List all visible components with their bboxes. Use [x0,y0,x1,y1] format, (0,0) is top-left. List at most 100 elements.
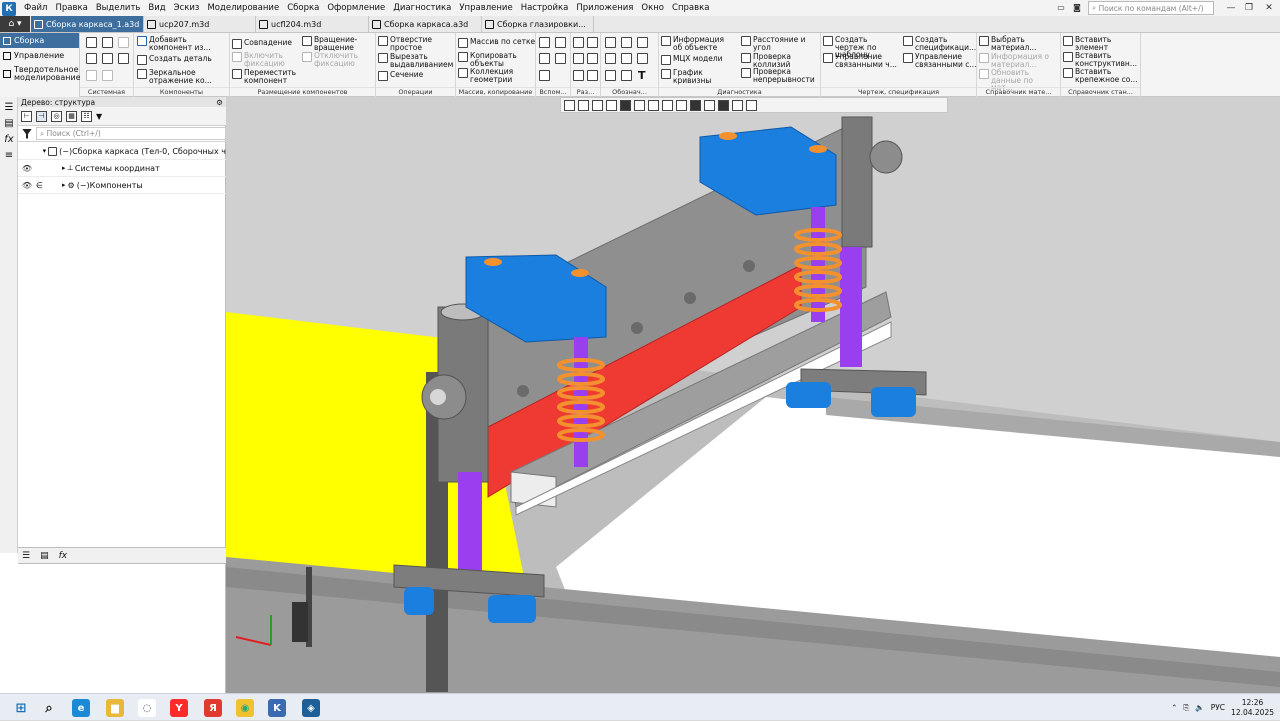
zoom-icon[interactable] [578,99,589,111]
filter-icon[interactable] [22,128,32,139]
snap-icon[interactable] [690,99,701,111]
tree-view-parts-icon[interactable]: ◎ [51,110,62,122]
yandex-browser-icon[interactable]: ◌ [138,699,156,717]
cut-extrude-button[interactable]: Вырезать выдавливанием [378,53,453,68]
aux-line-icon[interactable] [539,70,550,81]
expand-icon[interactable]: ▸ [62,164,66,172]
material-info-button[interactable]: Информация о материал... [979,53,1055,68]
clock[interactable]: 12:26 12.04.2025 [1231,698,1274,718]
simple-hole-button[interactable]: Отверстие простое [378,36,450,51]
tree-options-icon[interactable]: ☷ [81,110,92,122]
minimize-button[interactable]: — [1222,1,1240,15]
save-icon[interactable] [118,37,129,48]
home-button[interactable]: ⌂ ▾ [0,16,30,32]
close-button[interactable]: ✕ [1260,1,1278,15]
display-mode-icon[interactable] [634,99,645,111]
choose-material-button[interactable]: Выбрать материал... [979,36,1053,51]
menu-management[interactable]: Управление [455,0,516,16]
menu-diagnostics[interactable]: Диагностика [389,0,455,16]
new-file-icon[interactable] [86,37,97,48]
menu-formatting[interactable]: Оформление [323,0,389,16]
tab-ucp207[interactable]: ucp207.m3d [144,16,256,32]
dimension-radius-icon[interactable] [573,53,584,64]
model-viewport[interactable] [226,97,1280,693]
menu-assembly[interactable]: Сборка [283,0,323,16]
tab-glazing-assembly[interactable]: Сборка глазировки... [482,16,594,32]
visibility-eye-icon[interactable]: 👁 [18,164,36,173]
move-component-button[interactable]: Переместить компонент [232,69,300,84]
pencil-icon[interactable] [746,99,757,111]
curvature-graph-button[interactable]: График кривизны [661,69,713,84]
undo-icon[interactable] [86,70,97,81]
tree-row-coordinate-systems[interactable]: 👁 ▸ ⟂ Системы координат [18,160,226,177]
menu-select[interactable]: Выделить [92,0,145,16]
menu-settings[interactable]: Настройка [517,0,573,16]
visibility-eye-icon[interactable]: 👁 [18,181,36,190]
mark-icon[interactable] [637,53,648,64]
tree-row-assembly[interactable]: ▾ (−)Сборка каркаса (Тел-0, Сборочных ч [18,143,226,160]
tab-assembly-frame[interactable]: Сборка каркаса.a3d [369,16,482,32]
restore-button[interactable]: ❐ [1240,1,1258,15]
coincidence-button[interactable]: Совпадение [232,39,292,49]
properties-icon[interactable] [118,53,129,64]
chrome-icon[interactable]: ◉ [236,699,254,717]
continuity-check-button[interactable]: Проверка непрерывности [741,68,815,83]
collision-check-button[interactable]: Проверка коллизий [741,53,803,68]
properties-panel-icon[interactable]: ▤ [3,117,15,129]
menu-help[interactable]: Справка [668,0,713,16]
edge-icon[interactable]: e [72,699,90,717]
copy-objects-button[interactable]: Копировать объекты [458,52,532,67]
open-file-icon[interactable] [102,37,113,48]
aux-axis-icon[interactable] [555,37,566,48]
redo-icon[interactable] [102,70,113,81]
tree-panel-icon[interactable]: ☰ [3,101,15,113]
print-icon[interactable] [86,53,97,64]
toolset-solid-modeling[interactable]: Твердотельное моделирование [0,63,81,85]
grid-array-button[interactable]: Массив по сетке [458,38,535,48]
variables-fx-icon[interactable]: fx [3,133,15,145]
rebuild-icon[interactable] [102,53,113,64]
insert-constructive-button[interactable]: Вставить конструктивн... [1063,52,1139,67]
tree-settings-gear-icon[interactable]: ⚙ [216,98,223,107]
measure-icon[interactable] [732,99,743,111]
menu-modeling[interactable]: Моделирование [203,0,283,16]
linked-specs-button[interactable]: Управление связанными с... [903,53,977,68]
insert-element-button[interactable]: Вставить элемент [1063,36,1135,51]
toolset-assembly[interactable]: Сборка [0,33,79,48]
toolset-management[interactable]: Управление [0,48,79,63]
dimension-diameter-icon[interactable] [587,53,598,64]
menu-edit[interactable]: Правка [51,0,91,16]
base-icon[interactable] [605,53,616,64]
search-icon[interactable]: ⌕ [40,699,58,717]
filter-icon[interactable] [718,99,729,111]
mass-properties-button[interactable]: МЦХ модели [661,55,723,65]
collapse-icon[interactable]: ▾ [43,147,47,155]
dimension-linear-icon[interactable] [573,37,584,48]
yandex-icon[interactable]: Y [170,699,188,717]
section-view-icon[interactable] [676,99,687,111]
visibility-icon[interactable] [662,99,673,111]
kompas-3d-icon[interactable]: ◈ [302,699,320,717]
distance-angle-button[interactable]: Расстояние и угол [741,36,815,51]
chevron-up-icon[interactable]: ⌃ [1171,703,1177,712]
network-icon[interactable]: ⎘ [1183,703,1189,713]
camera-icon[interactable]: ◙ [1068,1,1086,15]
menu-applications[interactable]: Приложения [572,0,637,16]
chevron-down-icon[interactable]: ▼ [96,112,102,121]
tree-search-input[interactable]: ⌕ Поиск (Ctrl+/) [36,127,226,140]
aux-plane-icon[interactable] [539,37,550,48]
volume-icon[interactable]: 🔈 [1195,703,1204,712]
leader-icon[interactable] [605,37,616,48]
kompas-icon[interactable]: K [268,699,286,717]
tab-ucfl204[interactable]: ucfl204.m3d [256,16,369,32]
menu-sketch[interactable]: Эскиз [170,0,204,16]
tolerance-icon[interactable] [637,37,648,48]
windows-start-icon[interactable]: ⊞ [12,699,30,717]
tree-view-build-icon[interactable]: ⊣ [36,110,47,122]
text-tool-icon[interactable]: T [638,69,646,82]
tree-tab-icon[interactable]: ☰ [22,551,30,561]
table-icon[interactable] [605,70,616,81]
tab-assembly-frame-1[interactable]: Сборка каркаса_1.a3d✕ [31,16,144,32]
menu-window[interactable]: Окно [637,0,668,16]
dimension-angle-icon[interactable] [587,37,598,48]
